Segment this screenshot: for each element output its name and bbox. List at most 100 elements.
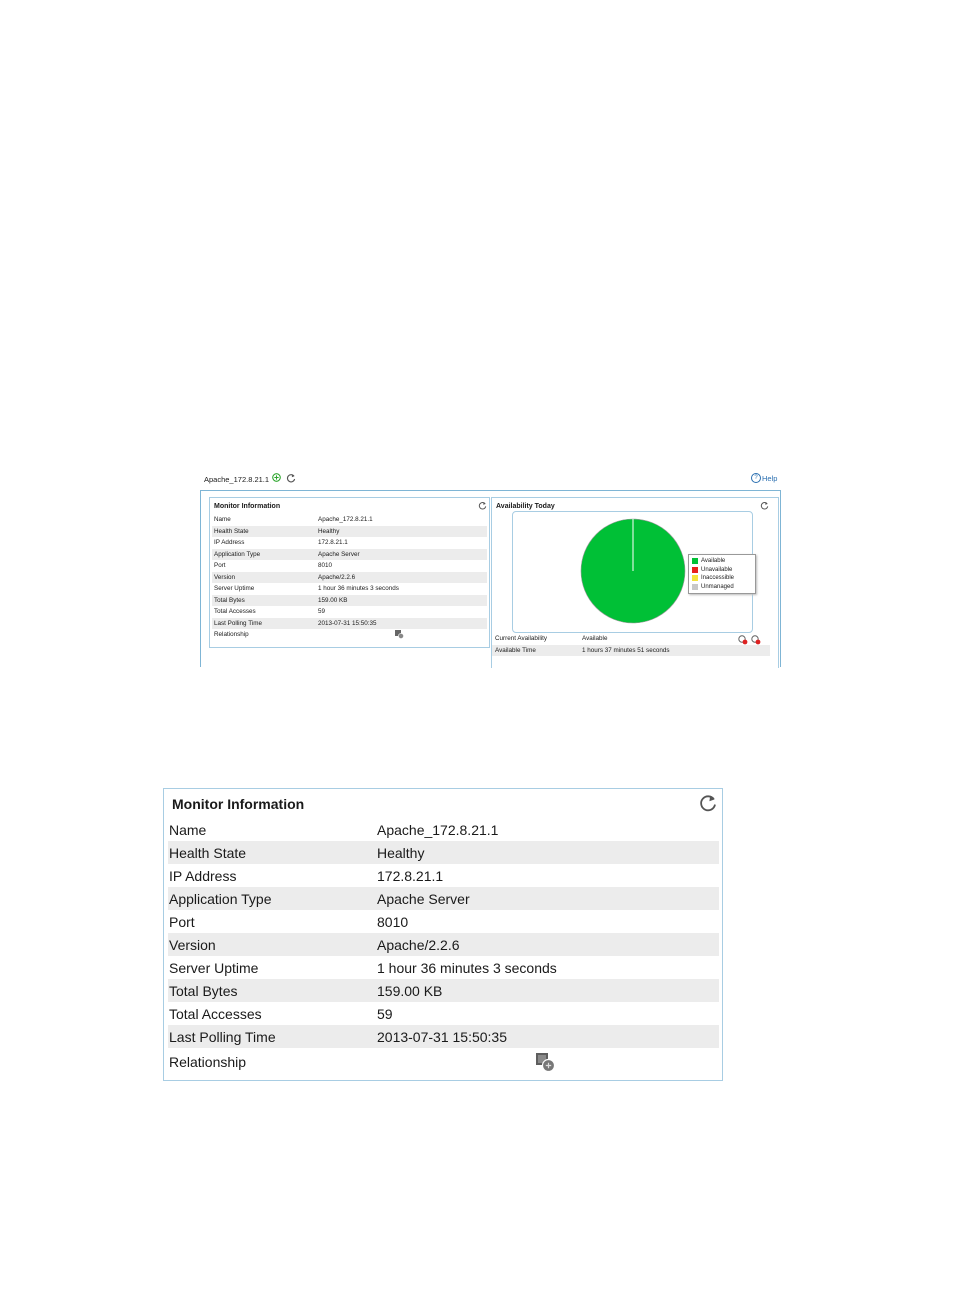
help-link[interactable]: ? Help — [751, 473, 777, 483]
table-row: Health State Healthy — [168, 841, 719, 864]
refresh-icon[interactable] — [698, 793, 718, 813]
relationship-icon[interactable] — [394, 629, 404, 639]
table-row: IP Address 172.8.21.1 — [212, 537, 487, 549]
legend-item: Unmanaged — [692, 583, 752, 592]
table-row: Total Accesses 59 — [168, 1002, 719, 1025]
help-icon: ? — [751, 473, 761, 483]
row-label: Server Uptime — [169, 959, 259, 976]
table-row: Last Polling Time 2013-07-31 15:50:35 — [212, 617, 487, 629]
legend-swatch — [692, 575, 698, 582]
legend-item: Inaccessible — [692, 574, 752, 583]
refresh-icon[interactable] — [286, 473, 296, 483]
row-label: Total Accesses — [214, 608, 256, 616]
application-monitor-screenshot: Apache_172.8.21.1 ? Help Monitor Informa… — [198, 468, 782, 668]
table-row: Server Uptime 1 hour 36 minutes 3 seconds — [168, 956, 719, 979]
table-row: Last Polling Time 2013-07-31 15:50:35 — [168, 1025, 719, 1048]
chart-legend: Available Unavailable Inaccessible Unmanage… — [688, 554, 756, 594]
table-row: Total Accesses 59 — [212, 606, 487, 618]
row-label: Total Accesses — [169, 1005, 262, 1022]
row-label: Total Bytes — [212, 594, 316, 606]
alarm-settings-icon[interactable] — [738, 635, 748, 645]
monitor-info-table: Name Apache_172.8.21.1 Health State Healthy… — [212, 514, 487, 641]
row-label: Version — [212, 571, 316, 583]
row-label: Name — [169, 821, 207, 838]
row-value: 8010 — [377, 913, 409, 930]
table-row: Application Type Apache Server — [168, 887, 719, 910]
table-row: Port 8010 — [168, 910, 719, 933]
monitor-information-panel-large: Monitor Information Name Apache_172.8.21.… — [163, 788, 723, 1081]
legend-swatch — [692, 558, 698, 565]
table-row: Name Apache_172.8.21.1 — [212, 514, 487, 526]
row-value: 159.00 KB — [376, 979, 719, 1002]
help-label: Help — [762, 473, 778, 483]
monitor-info-table: Name Apache_172.8.21.1 Health State Healthy… — [168, 818, 719, 1076]
row-value: 159.00 KB — [316, 594, 487, 606]
table-row: Application Type Apache Server — [212, 548, 487, 560]
refresh-icon[interactable] — [478, 501, 487, 510]
available-time-label: Available Time — [492, 644, 579, 656]
panel-title: Availability Today — [496, 503, 555, 510]
row-label: Health State — [168, 841, 376, 864]
row-label: IP Address — [214, 539, 245, 547]
availability-table: Current Availability Available Available… — [492, 633, 772, 656]
legend-swatch — [692, 583, 698, 590]
row-label: Total Bytes — [168, 979, 376, 1002]
row-label: Name — [214, 516, 231, 524]
row-label: Port — [214, 562, 226, 570]
row-value: Apache/2.2.6 — [316, 571, 487, 583]
legend-label: Inaccessible — [701, 575, 735, 582]
monitor-information-panel: Monitor Information Name Apache_172.8.21.… — [209, 497, 490, 648]
row-label: Version — [168, 933, 376, 956]
table-row: Relationship — [212, 629, 487, 641]
legend-item: Unavailable — [692, 566, 752, 575]
refresh-icon[interactable] — [760, 501, 769, 510]
availability-today-panel: Availability Today Available Unavailable I… — [491, 497, 779, 668]
row-value: 1 hour 36 minutes 3 seconds — [318, 585, 399, 593]
row-value: 172.8.21.1 — [318, 539, 348, 547]
row-label: Application Type — [212, 548, 316, 560]
row-label: Health State — [212, 525, 316, 537]
table-row: IP Address 172.8.21.1 — [168, 864, 719, 887]
legend-label: Available — [701, 558, 726, 565]
row-value: 172.8.21.1 — [377, 867, 444, 884]
row-label: Last Polling Time — [168, 1025, 376, 1048]
title-bar: Apache_172.8.21.1 ? Help — [198, 468, 782, 488]
dashboard-frame: Monitor Information Name Apache_172.8.21.… — [200, 490, 781, 668]
legend-label: Unmanaged — [701, 583, 734, 590]
row-value: 2013-07-31 15:50:35 — [316, 617, 487, 629]
row-label: Port — [169, 913, 195, 930]
panel-title: Monitor Information — [172, 796, 305, 812]
row-value: 2013-07-31 15:50:35 — [376, 1025, 719, 1048]
availability-pie — [580, 518, 686, 624]
row-value: 1 hour 36 minutes 3 seconds — [377, 959, 557, 976]
relationship-label: Relationship — [214, 631, 249, 639]
threshold-settings-icon[interactable] — [751, 635, 761, 645]
legend-swatch — [692, 566, 698, 573]
current-availability-label: Current Availability — [495, 635, 548, 643]
row-label: Application Type — [168, 887, 376, 910]
table-row: Server Uptime 1 hour 36 minutes 3 seconds — [212, 583, 487, 595]
table-row: Version Apache/2.2.6 — [168, 933, 719, 956]
row-label: Last Polling Time — [212, 617, 316, 629]
row-value: Healthy — [316, 525, 487, 537]
row-label: Server Uptime — [214, 585, 255, 593]
row-value: Apache_172.8.21.1 — [318, 516, 373, 524]
table-row: Total Bytes 159.00 KB — [212, 594, 487, 606]
legend-label: Unavailable — [701, 566, 733, 573]
table-row: Name Apache_172.8.21.1 — [168, 818, 719, 841]
row-value: 8010 — [318, 562, 333, 570]
row-label: IP Address — [169, 867, 237, 884]
relationship-icon[interactable] — [534, 1051, 556, 1073]
table-row: Relationship — [168, 1048, 719, 1076]
availability-chart: Available Unavailable Inaccessible Unmanage… — [512, 511, 756, 633]
relationship-label: Relationship — [169, 1054, 247, 1070]
add-icon[interactable] — [272, 473, 281, 482]
row-value: 59 — [318, 608, 326, 616]
available-time-value: 1 hours 37 minutes 51 seconds — [579, 644, 772, 656]
row-value: Apache/2.2.6 — [376, 933, 719, 956]
table-row: Total Bytes 159.00 KB — [168, 979, 719, 1002]
table-row: Port 8010 — [212, 560, 487, 572]
availability-actions — [738, 635, 761, 645]
table-row: Version Apache/2.2.6 — [212, 571, 487, 583]
row-value: 59 — [377, 1005, 393, 1022]
